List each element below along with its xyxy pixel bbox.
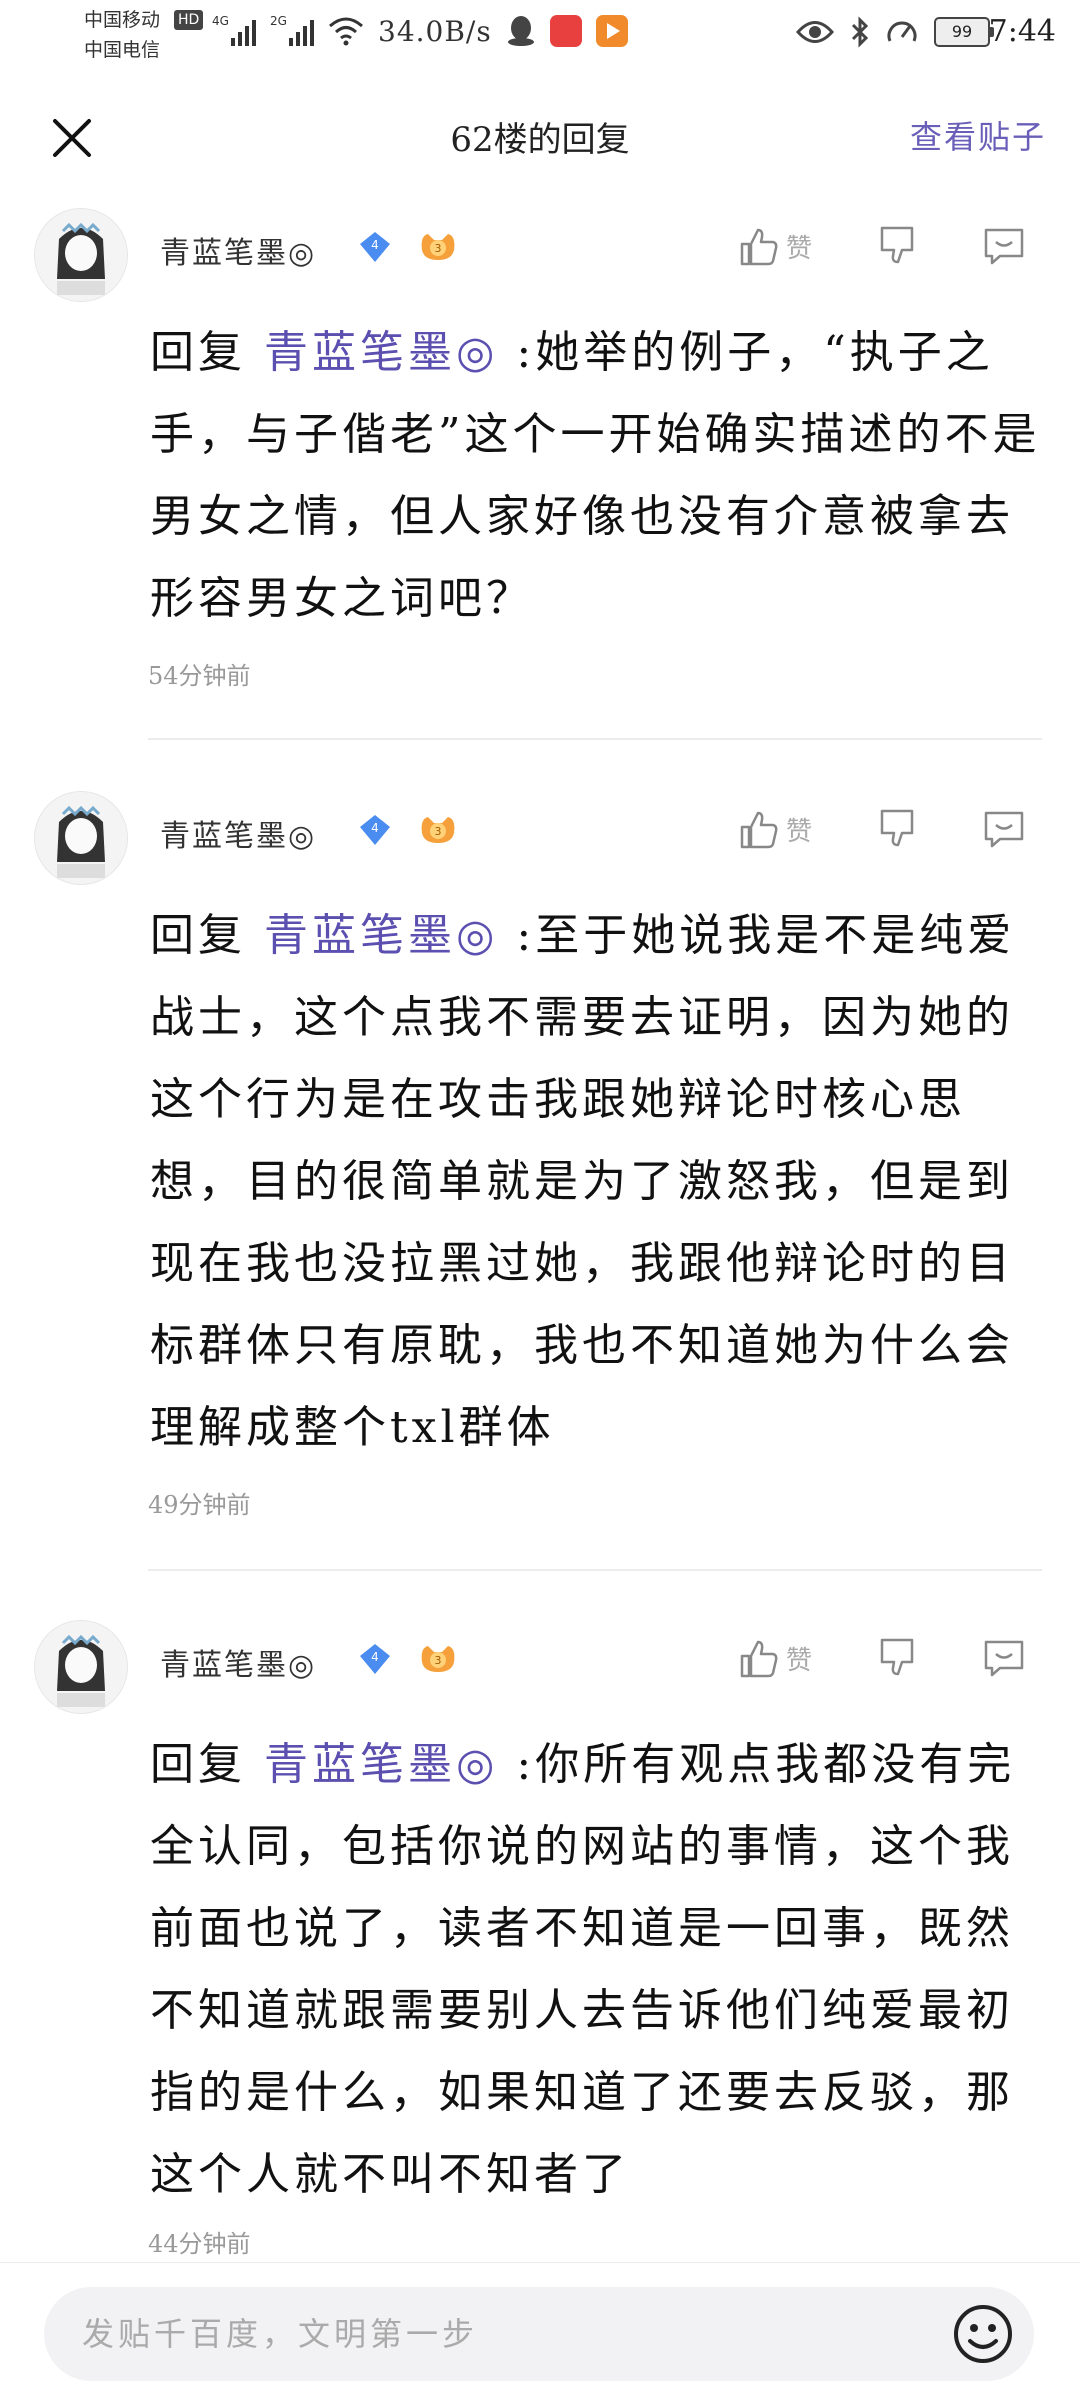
thumbs-up-icon	[740, 1640, 778, 1678]
svg-text:4: 4	[371, 238, 379, 252]
top-nav: 62楼的回复 查看贴子	[0, 96, 1080, 180]
divider	[148, 738, 1042, 740]
reply-item: 青蓝笔墨◎ 4 3 赞 回复 青蓝笔墨◎ :	[0, 1612, 1080, 2262]
svg-text:3: 3	[435, 825, 442, 838]
svg-text:4: 4	[371, 821, 379, 835]
hd-badge: HD	[174, 10, 204, 30]
bottom-input-bar	[0, 2262, 1080, 2401]
thumbs-down-icon	[880, 1638, 914, 1676]
post-input[interactable]	[44, 2287, 1034, 2381]
reply-comment-icon	[984, 228, 1024, 265]
mention-link[interactable]: 青蓝笔墨◎	[264, 1739, 498, 1790]
like-button[interactable]: 赞	[736, 1630, 812, 1686]
thumbs-down-icon	[880, 809, 914, 847]
avatar-image	[35, 1621, 127, 1713]
avatar[interactable]	[34, 1620, 128, 1714]
reply-button[interactable]	[982, 1630, 1026, 1686]
qq-icon	[507, 16, 534, 46]
fan-badge-icon: 3	[421, 817, 455, 843]
username[interactable]: 青蓝笔墨◎	[160, 811, 316, 855]
status-icons-right: 99	[796, 16, 994, 48]
carrier-2: 中国电信	[84, 39, 161, 61]
diamond-level-badge-icon: 4	[360, 232, 390, 262]
avatar-image	[35, 209, 127, 301]
like-label: 赞	[786, 816, 813, 847]
like-label: 赞	[786, 233, 813, 264]
avatar[interactable]	[34, 791, 128, 885]
net-speed: 34.0B/s	[378, 14, 492, 48]
dislike-button[interactable]	[876, 218, 920, 274]
diamond-level-badge-icon: 4	[360, 815, 390, 845]
status-icons-left: 4G 2G 34.0B/s	[212, 14, 628, 48]
reply-comment-icon	[984, 811, 1024, 848]
like-button[interactable]: 赞	[736, 218, 812, 274]
reply-content: 回复 青蓝笔墨◎ :她举的例子，“执子之手，与子偕老”这个一开始确实描述的不是男…	[150, 327, 1041, 624]
reply-item: 青蓝笔墨◎ 4 3 赞 回复 青蓝笔墨◎ :	[0, 783, 1080, 1573]
bluetooth-icon	[851, 16, 869, 48]
reply-item: 青蓝笔墨◎ 4 3 赞 回复 青蓝笔墨◎ :	[0, 200, 1080, 740]
reply-comment-icon	[984, 1640, 1024, 1677]
username[interactable]: 青蓝笔墨◎	[160, 1640, 316, 1684]
signal-2g-icon: 2G	[270, 14, 314, 48]
reply-button[interactable]	[982, 218, 1026, 274]
avatar-image	[35, 792, 127, 884]
thumbs-down-icon	[880, 226, 914, 264]
thumbs-up-icon	[740, 228, 778, 266]
like-button[interactable]: 赞	[736, 801, 812, 857]
status-time: 7:44	[988, 14, 1056, 49]
like-label: 赞	[786, 1645, 813, 1676]
svg-text:3: 3	[435, 1654, 442, 1667]
thumbs-up-icon	[740, 811, 778, 849]
fan-badge-icon: 3	[421, 234, 455, 260]
avatar[interactable]	[34, 208, 128, 302]
huawei-appgallery-icon	[549, 15, 582, 47]
signal-4g-icon: 4G	[212, 14, 256, 48]
speedometer-icon	[887, 21, 917, 42]
svg-text:3: 3	[435, 242, 442, 255]
reply-content: 回复 青蓝笔墨◎ :至于她说我是不是纯爱战士，这个点我不需要去证明，因为她的这个…	[150, 910, 1016, 1453]
fan-badge-icon: 3	[421, 1646, 455, 1672]
username[interactable]: 青蓝笔墨◎	[160, 228, 316, 272]
carrier-1: 中国移动	[84, 9, 161, 31]
mention-link[interactable]: 青蓝笔墨◎	[264, 910, 498, 961]
status-bar: 中国移动 HD 中国电信 4G 2G 34.0B/s 99 7:44	[0, 0, 1080, 72]
video-app-icon	[595, 15, 628, 47]
emoji-icon[interactable]	[952, 2303, 1014, 2365]
eye-icon	[796, 21, 834, 43]
reply-time: 44分钟前	[148, 2230, 251, 2258]
divider	[148, 1569, 1042, 1571]
dislike-button[interactable]	[876, 1630, 920, 1686]
mention-link[interactable]: 青蓝笔墨◎	[264, 327, 498, 378]
view-post-link[interactable]: 查看贴子	[910, 112, 1046, 158]
wifi-icon	[329, 17, 363, 46]
reply-time: 49分钟前	[148, 1491, 251, 1519]
diamond-level-badge-icon: 4	[360, 1644, 390, 1674]
svg-text:4: 4	[371, 1650, 379, 1664]
dislike-button[interactable]	[876, 801, 920, 857]
reply-content: 回复 青蓝笔墨◎ :你所有观点我都没有完全认同，包括你说的网站的事情，这个我前面…	[150, 1739, 1016, 2200]
reply-time: 54分钟前	[148, 662, 251, 690]
battery-icon: 99	[934, 17, 994, 47]
reply-button[interactable]	[982, 801, 1026, 857]
